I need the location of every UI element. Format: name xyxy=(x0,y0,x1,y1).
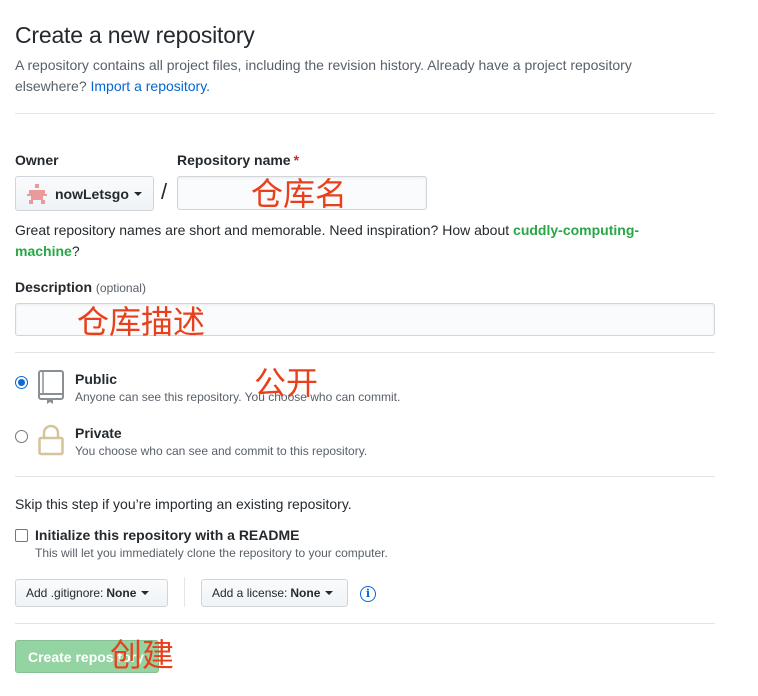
license-label: Add a license: xyxy=(212,586,288,600)
gitignore-label: Add .gitignore: xyxy=(26,586,104,600)
skip-step-text: Skip this step if you’re importing an ex… xyxy=(15,496,352,512)
private-description: You choose who can see and commit to thi… xyxy=(75,444,368,458)
divider xyxy=(15,352,715,353)
chevron-down-icon xyxy=(141,591,150,595)
required-mark: * xyxy=(293,152,300,168)
hint-suffix: ? xyxy=(71,243,80,259)
private-title: Private xyxy=(75,425,122,441)
repo-name-label-text: Repository name xyxy=(177,152,291,168)
owner-name: nowLetsgo xyxy=(55,185,129,202)
init-readme-description: This will let you immediately clone the … xyxy=(35,546,388,560)
public-radio[interactable] xyxy=(15,376,28,389)
description-input[interactable] xyxy=(15,303,715,336)
chevron-down-icon xyxy=(325,591,334,595)
private-radio[interactable] xyxy=(15,430,28,443)
create-repository-button[interactable]: Create repository xyxy=(15,640,159,673)
divider xyxy=(15,476,715,477)
init-readme-checkbox[interactable] xyxy=(15,529,28,542)
page-subtitle: A repository contains all project files,… xyxy=(15,55,685,97)
init-readme-title: Initialize this repository with a README xyxy=(35,527,300,543)
optional-note: (optional) xyxy=(95,281,146,295)
license-dropdown-button[interactable]: Add a license: None xyxy=(201,579,348,607)
lock-icon xyxy=(38,424,64,456)
divider xyxy=(15,623,715,624)
page-title: Create a new repository xyxy=(15,22,255,48)
avatar xyxy=(27,183,47,204)
repo-icon xyxy=(38,370,64,404)
repo-name-label: Repository name * xyxy=(177,152,299,168)
gitignore-value: None xyxy=(106,586,137,600)
description-label-text: Description xyxy=(15,279,93,295)
description-label: Description (optional) xyxy=(15,279,146,295)
import-repository-link[interactable]: Import a repository. xyxy=(91,78,211,94)
repo-name-input[interactable] xyxy=(177,176,427,210)
owner-repo-separator: / xyxy=(161,179,168,204)
chevron-down-icon xyxy=(133,191,142,196)
hint-text: Great repository names are short and mem… xyxy=(15,222,510,238)
public-description: Anyone can see this repository. You choo… xyxy=(75,390,401,404)
repo-name-hint: Great repository names are short and mem… xyxy=(15,220,695,262)
divider xyxy=(15,113,715,114)
gitignore-dropdown-button[interactable]: Add .gitignore: None xyxy=(15,579,168,607)
info-icon[interactable]: i xyxy=(360,586,376,602)
license-value: None xyxy=(290,586,321,600)
owner-dropdown-button[interactable]: nowLetsgo xyxy=(15,176,154,211)
owner-label: Owner xyxy=(15,152,59,168)
vertical-divider xyxy=(184,577,185,607)
public-title: Public xyxy=(75,371,118,387)
